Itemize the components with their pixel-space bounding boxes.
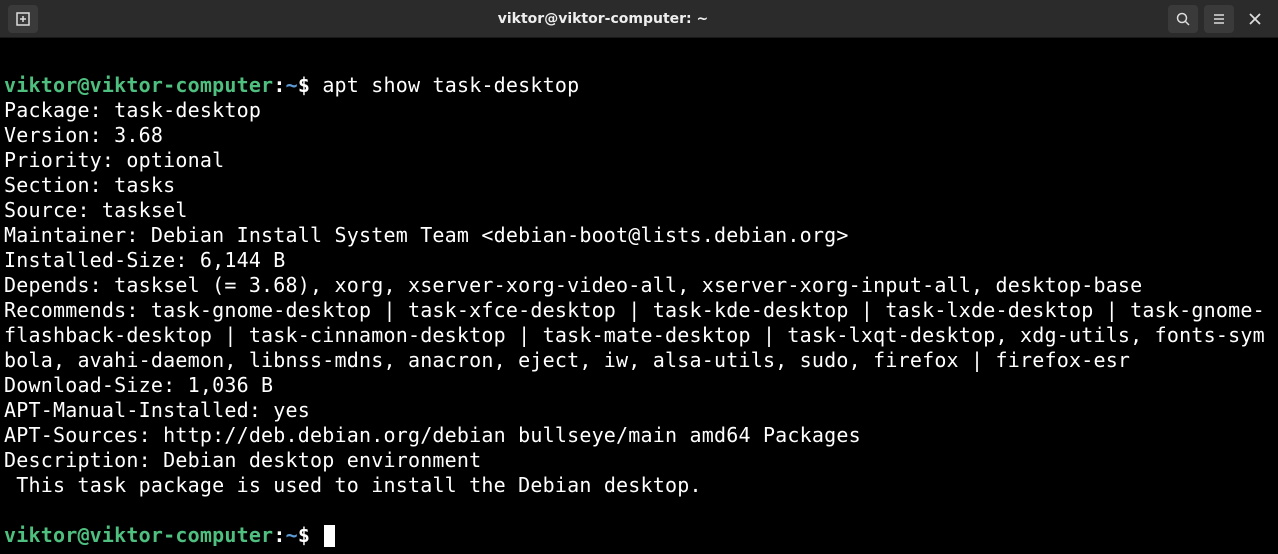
- prompt-line-1: viktor@viktor-computer:~$ apt show task-…: [4, 73, 579, 97]
- out-desc-body: This task package is used to install the…: [4, 473, 702, 497]
- menu-button[interactable]: [1204, 5, 1234, 33]
- out-recommends: Recommends: task-gnome-desktop | task-xf…: [4, 298, 1265, 372]
- search-button[interactable]: [1168, 5, 1198, 33]
- prompt-colon-2: :: [273, 523, 285, 547]
- out-depends: Depends: tasksel (= 3.68), xorg, xserver…: [4, 273, 1142, 297]
- close-icon: [1248, 12, 1262, 26]
- out-version: Version: 3.68: [4, 123, 163, 147]
- out-download-size: Download-Size: 1,036 B: [4, 373, 273, 397]
- out-apt-manual: APT-Manual-Installed: yes: [4, 398, 310, 422]
- prompt-line-2: viktor@viktor-computer:~$: [4, 523, 335, 547]
- prompt-user-host-2: viktor@viktor-computer: [4, 523, 273, 547]
- new-tab-icon: [15, 11, 31, 27]
- prompt-path: ~: [286, 73, 298, 97]
- prompt-dollar: $: [298, 73, 310, 97]
- prompt-path-2: ~: [286, 523, 298, 547]
- titlebar: viktor@viktor-computer: ~: [0, 0, 1278, 38]
- out-section: Section: tasks: [4, 173, 175, 197]
- out-description: Description: Debian desktop environment: [4, 448, 481, 472]
- new-tab-button[interactable]: [8, 5, 38, 33]
- window-title: viktor@viktor-computer: ~: [38, 11, 1168, 27]
- cursor: [324, 525, 335, 547]
- out-apt-sources: APT-Sources: http://deb.debian.org/debia…: [4, 423, 861, 447]
- prompt-dollar-2: $: [298, 523, 310, 547]
- hamburger-icon: [1211, 11, 1227, 27]
- terminal-body[interactable]: viktor@viktor-computer:~$ apt show task-…: [0, 38, 1278, 552]
- out-source: Source: tasksel: [4, 198, 188, 222]
- close-button[interactable]: [1240, 5, 1270, 33]
- out-maintainer: Maintainer: Debian Install System Team <…: [4, 223, 849, 247]
- titlebar-left: [8, 5, 38, 33]
- command-text: apt show task-desktop: [322, 73, 579, 97]
- out-package: Package: task-desktop: [4, 98, 261, 122]
- prompt-user-host: viktor@viktor-computer: [4, 73, 273, 97]
- search-icon: [1175, 11, 1191, 27]
- prompt-colon: :: [273, 73, 285, 97]
- titlebar-right: [1168, 5, 1270, 33]
- out-priority: Priority: optional: [4, 148, 224, 172]
- out-installed-size: Installed-Size: 6,144 B: [4, 248, 286, 272]
